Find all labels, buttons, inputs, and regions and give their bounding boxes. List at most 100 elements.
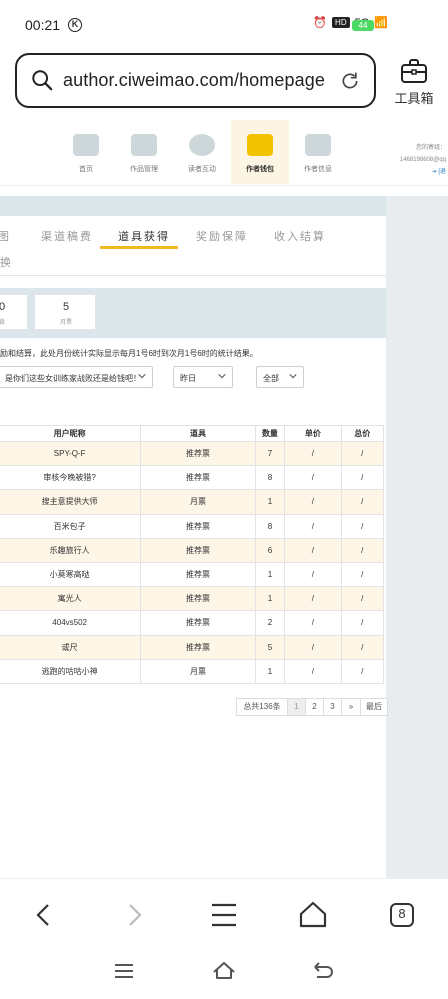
system-back-icon[interactable] — [310, 960, 336, 982]
cell-count: 2 — [254, 610, 286, 636]
cell-total: / — [340, 489, 384, 515]
site-navbar: 首页 作品管理 读者互动 作者钱包 作者信息 您的寄组： 1468198608@… — [0, 118, 448, 186]
url-text[interactable]: author.ciweimao.com/homepage — [63, 70, 325, 91]
home-icon — [73, 134, 99, 156]
recents-icon[interactable] — [111, 960, 137, 982]
cell-nickname: 审核今晚被猎? — [0, 465, 142, 491]
table-row: 搜主意提供大师 月票 1// — [0, 489, 384, 515]
toolbox-icon — [401, 59, 427, 83]
pager-page-2[interactable]: 2 — [305, 698, 324, 716]
cell-total: / — [340, 537, 384, 563]
nav-author-info-label: 作者信息 — [304, 166, 332, 173]
cell-unit-price: / — [284, 610, 342, 636]
hd-icon: HD — [332, 17, 350, 28]
back-icon[interactable] — [26, 897, 62, 933]
pager-page-3[interactable]: 3 — [323, 698, 342, 716]
type-select-value: 全部 — [263, 374, 279, 383]
wallet-panel: 图 渠道稿费 道具获得 奖励保障 收入结算 换 0 背 5 月票 励和结算，此处… — [0, 196, 388, 878]
tab-channel-fee[interactable]: 渠道稿费 — [41, 228, 93, 244]
table-row: 逃跑的咕咕小神 月票 1// — [0, 658, 384, 684]
table-header-row: 用户昵称 道具 数量 单价 总价 — [0, 425, 384, 442]
book-select-value: 是你们这些女训练家战败还是给钱吧！ — [5, 374, 141, 383]
tab-partial[interactable]: 图 — [0, 228, 11, 244]
book-select[interactable]: 是你们这些女训练家战败还是给钱吧！ — [0, 366, 153, 388]
table-row: 百米包子 推荐票 8// — [0, 513, 384, 539]
cell-total: / — [340, 634, 384, 660]
url-bar[interactable]: author.ciweimao.com/homepage — [15, 53, 376, 108]
nav-readers[interactable]: 读者互动 — [173, 120, 231, 184]
date-select[interactable]: 昨日 — [173, 366, 233, 388]
nav-readers-label: 读者互动 — [188, 166, 216, 173]
user-info: 您的寄组： 1468198608@qq ⇥ [退 — [386, 142, 446, 178]
col-count: 数量 — [254, 425, 286, 442]
id-card-icon — [305, 134, 331, 156]
cell-nickname: 小莫寒高哒 — [0, 561, 142, 588]
cell-unit-price: / — [284, 489, 342, 515]
cell-count: 5 — [254, 634, 286, 660]
table-row: SPY-Q-F 推荐票 7// — [0, 440, 384, 467]
toolbox-button[interactable]: 工具箱 — [390, 58, 438, 107]
cell-unit-price: / — [284, 440, 342, 467]
cell-item: 推荐票 — [140, 586, 256, 612]
system-home-icon[interactable] — [211, 960, 237, 982]
forward-icon[interactable] — [116, 897, 152, 933]
tab-props[interactable]: 道具获得 — [118, 228, 170, 244]
nav-wallet[interactable]: 作者钱包 — [231, 120, 289, 184]
pager-last[interactable]: 最后 — [360, 698, 388, 716]
stat-monthly-num: 5 — [63, 301, 70, 313]
charging-icon: ⚡ — [377, 17, 387, 32]
stat-recommend-label: 背 — [0, 320, 6, 326]
cell-item: 推荐票 — [140, 634, 256, 660]
nav-works[interactable]: 作品管理 — [115, 120, 173, 184]
chevron-down-icon — [138, 374, 146, 379]
nav-wallet-label: 作者钱包 — [246, 166, 274, 173]
col-nickname: 用户昵称 — [0, 425, 142, 442]
active-tab-underline — [100, 246, 178, 249]
web-page: 首页 作品管理 读者互动 作者钱包 作者信息 您的寄组： 1468198608@… — [0, 118, 448, 878]
cell-unit-price: / — [284, 658, 342, 684]
book-icon — [131, 134, 157, 156]
right-sidebar-bg — [386, 196, 448, 878]
menu-icon[interactable] — [206, 897, 242, 933]
cell-count: 8 — [254, 465, 286, 491]
cell-item: 推荐票 — [140, 465, 256, 491]
user-group-label: 您的寄组： — [415, 145, 446, 151]
cell-nickname: SPY-Q-F — [0, 440, 142, 467]
cell-item: 月票 — [140, 658, 256, 684]
type-select[interactable]: 全部 — [256, 366, 304, 388]
stat-monthly-label: 月票 — [60, 320, 73, 326]
home-icon[interactable] — [295, 897, 331, 933]
cell-unit-price: / — [284, 537, 342, 563]
tab-rewards[interactable]: 奖励保障 — [196, 228, 248, 244]
table-body: SPY-Q-F 推荐票 7// 审核今晚被猎? 推荐票 8// 搜主意提供大师 月票 1// 百米… — [0, 440, 384, 684]
nav-author-info[interactable]: 作者信息 — [289, 120, 347, 184]
cell-total: / — [340, 561, 384, 588]
tabs-button[interactable]: 8 — [384, 897, 420, 933]
chat-icon — [189, 134, 215, 156]
col-unit-price: 单价 — [284, 425, 342, 442]
tab-income[interactable]: 收入结算 — [274, 228, 326, 244]
status-time: 00:21 — [25, 17, 61, 33]
cell-count: 7 — [254, 440, 286, 467]
pager-next[interactable]: » — [341, 698, 361, 716]
nav-home[interactable]: 首页 — [57, 120, 115, 184]
tab-row2-partial[interactable]: 换 — [0, 254, 11, 270]
cell-total: / — [340, 440, 384, 467]
stat-card-recommend: 0 背 — [0, 294, 28, 330]
cell-unit-price: / — [284, 634, 342, 660]
toolbox-label: 工具箱 — [394, 91, 434, 106]
logout-link[interactable]: ⇥ [退 — [386, 166, 446, 178]
stat-card-monthly: 5 月票 — [34, 294, 96, 330]
status-bar: 00:21 K ⏰ HD 5G 📶 44 ⚡ — [0, 0, 448, 50]
cell-count: 1 — [254, 561, 286, 588]
pager-page-1[interactable]: 1 — [287, 698, 306, 716]
cell-total: / — [340, 586, 384, 612]
table-row: 寓光人 推荐票 1// — [0, 586, 384, 612]
reload-icon[interactable] — [340, 71, 360, 91]
cell-item: 月票 — [140, 489, 256, 515]
wallet-tabs: 图 渠道稿费 道具获得 奖励保障 收入结算 换 — [0, 216, 386, 276]
cell-nickname: 或尺 — [0, 634, 142, 660]
cell-unit-price: / — [284, 561, 342, 588]
cell-count: 6 — [254, 537, 286, 563]
search-icon — [32, 70, 53, 91]
